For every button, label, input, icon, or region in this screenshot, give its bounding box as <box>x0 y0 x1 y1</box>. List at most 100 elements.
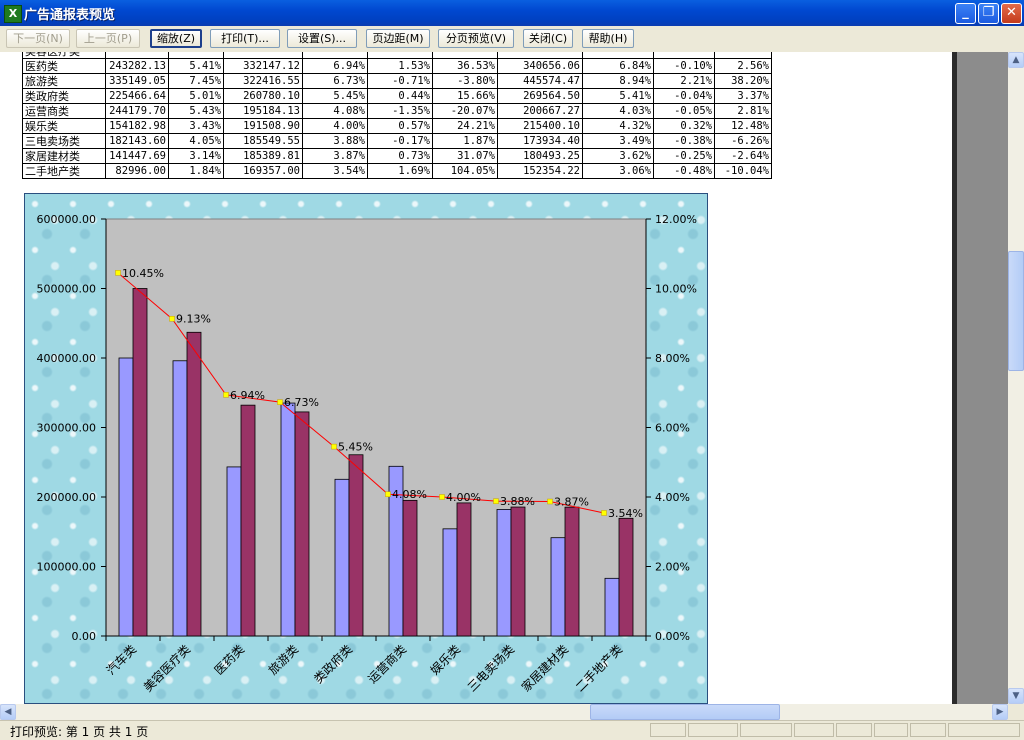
table-cell: 36.53% <box>432 58 498 74</box>
table-cell: -0.05% <box>653 103 715 119</box>
margins-button[interactable]: 页边距(M) <box>366 29 430 48</box>
table-cell: 243282.13 <box>105 58 169 74</box>
table-cell: 1.84% <box>168 163 224 179</box>
table-row: 娱乐类 154182.98 3.43% 191508.90 4.00% 0.57% 24.2… <box>22 118 772 134</box>
next-page-button[interactable]: 下一页(N) <box>6 29 70 48</box>
table-cell: 340656.06 <box>497 58 583 74</box>
bar-line-chart: 0.00 100000.00 200000.00 300000.00 400000.00… <box>37 213 697 695</box>
vertical-scroll-thumb[interactable] <box>1008 251 1024 371</box>
table-row: 运营商类 244179.70 5.43% 195184.13 4.08% -1.35% -2… <box>22 103 772 119</box>
category-cell: 三电卖场类 <box>22 133 106 149</box>
status-panel <box>650 723 686 737</box>
table-cell: 104.05% <box>432 163 498 179</box>
table-cell: 2.81% <box>714 103 772 119</box>
table-cell: 15.66% <box>432 88 498 104</box>
bar-series-2 <box>618 517 634 637</box>
minimize-button[interactable]: _ <box>955 3 976 24</box>
table-cell: 335149.05 <box>105 73 169 89</box>
data-table: 美容医疗类医药类243282.135.41%332147.126.94%1.53… <box>22 52 772 179</box>
table-cell: 0.73% <box>367 148 433 164</box>
preview-page: 美容医疗类医药类243282.135.41%332147.126.94%1.53… <box>0 52 952 704</box>
data-label: 3.54% <box>608 507 643 520</box>
left-tick-label: 600000.00 <box>37 213 97 226</box>
category-label: 运营商类 <box>365 642 410 687</box>
help-button[interactable]: 帮助(H) <box>582 29 634 48</box>
table-cell: 182143.60 <box>105 133 169 149</box>
setup-button[interactable]: 设置(S)... <box>287 29 357 48</box>
table-cell: 322416.55 <box>223 73 303 89</box>
horizontal-scrollbar[interactable]: ◀ ▶ <box>0 704 1008 720</box>
table-cell: 5.45% <box>302 88 368 104</box>
previous-page-button[interactable]: 上一页(P) <box>76 29 140 48</box>
left-tick-label: 0.00 <box>72 630 97 643</box>
horizontal-scroll-thumb[interactable] <box>590 704 780 720</box>
table-cell: 2.56% <box>714 58 772 74</box>
close-window-button[interactable]: ✕ <box>1001 3 1022 24</box>
table-cell: 3.43% <box>168 118 224 134</box>
table-cell: 4.08% <box>302 103 368 119</box>
line-point <box>601 510 607 516</box>
status-panel <box>836 723 872 737</box>
category-label: 汽车类 <box>103 642 139 678</box>
category-label: 医药类 <box>212 642 247 677</box>
right-tick-label: 0.00% <box>655 630 690 643</box>
scroll-right-arrow-icon[interactable]: ▶ <box>992 704 1008 720</box>
table-cell: 5.43% <box>168 103 224 119</box>
table-cell: 3.62% <box>582 148 654 164</box>
data-label: 3.87% <box>554 496 589 509</box>
table-cell: 154182.98 <box>105 118 169 134</box>
bar-series-2 <box>510 506 526 637</box>
vertical-scrollbar[interactable]: ▲ ▼ <box>1008 52 1024 704</box>
excel-app-icon: X <box>4 5 22 23</box>
table-cell: 152354.22 <box>497 163 583 179</box>
bar-series-1 <box>496 509 512 637</box>
table-cell: 6.94% <box>302 58 368 74</box>
table-row: 三电卖场类 182143.60 4.05% 185549.55 3.88% -0.17% 1… <box>22 133 772 149</box>
bar-series-2 <box>294 411 310 637</box>
scroll-down-arrow-icon[interactable]: ▼ <box>1008 688 1024 704</box>
table-cell: 6.84% <box>582 58 654 74</box>
table-cell: 185389.81 <box>223 148 303 164</box>
table-cell: 445574.47 <box>497 73 583 89</box>
table-cell: 180493.25 <box>497 148 583 164</box>
preview-toolbar: 下一页(N) 上一页(P) 缩放(Z) 打印(T)... 设置(S)... 页边… <box>0 26 1024 53</box>
table-cell: 31.07% <box>432 148 498 164</box>
bar-series-2 <box>456 502 472 637</box>
left-tick-label: 300000.00 <box>37 422 97 435</box>
table-cell: 38.20% <box>714 73 772 89</box>
category-label: 美容医疗类 <box>140 642 193 695</box>
table-cell: -20.07% <box>432 103 498 119</box>
table-cell: -0.17% <box>367 133 433 149</box>
left-tick-label: 500000.00 <box>37 283 97 296</box>
table-cell: 1.69% <box>367 163 433 179</box>
status-panel <box>688 723 738 737</box>
table-cell: 4.32% <box>582 118 654 134</box>
zoom-button[interactable]: 缩放(Z) <box>150 29 202 48</box>
category-cell: 运营商类 <box>22 103 106 119</box>
table-cell: 3.37% <box>714 88 772 104</box>
page-break-preview-button[interactable]: 分页预览(V) <box>438 29 514 48</box>
print-button[interactable]: 打印(T)... <box>210 29 280 48</box>
bar-series-1 <box>442 528 458 637</box>
table-cell: 3.54% <box>302 163 368 179</box>
table-row: 旅游类 335149.05 7.45% 322416.55 6.73% -0.71% -3.… <box>22 73 772 89</box>
status-bar: 打印预览: 第 1 页 共 1 页 <box>0 720 1024 739</box>
scroll-up-arrow-icon[interactable]: ▲ <box>1008 52 1024 68</box>
table-cell: -3.80% <box>432 73 498 89</box>
bar-series-1 <box>226 466 242 637</box>
table-row: 二手地产类 82996.00 1.84% 169357.00 3.54% 1.69% 104… <box>22 163 772 179</box>
status-text: 打印预览: 第 1 页 共 1 页 <box>10 725 149 739</box>
close-button[interactable]: 关闭(C) <box>523 29 573 48</box>
table-cell: 0.32% <box>653 118 715 134</box>
table-cell: 8.94% <box>582 73 654 89</box>
right-tick-label: 4.00% <box>655 491 690 504</box>
scroll-left-arrow-icon[interactable]: ◀ <box>0 704 16 720</box>
table-cell: -0.38% <box>653 133 715 149</box>
line-point <box>331 443 337 450</box>
restore-button[interactable]: ❐ <box>978 3 999 24</box>
line-point <box>169 315 175 322</box>
table-cell: -0.10% <box>653 58 715 74</box>
status-panel <box>794 723 834 737</box>
table-cell: 0.44% <box>367 88 433 104</box>
table-cell: 200667.27 <box>497 103 583 119</box>
